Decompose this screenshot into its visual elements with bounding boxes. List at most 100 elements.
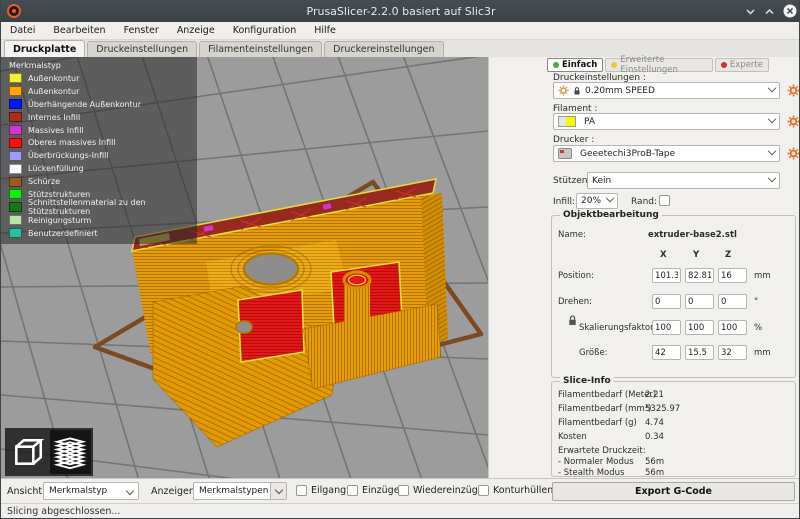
filament-color-swatch bbox=[566, 116, 576, 127]
scale-z-input[interactable] bbox=[718, 320, 747, 335]
color-swatch bbox=[9, 189, 22, 199]
tab-druckereinstellungen[interactable]: Druckereinstellungen bbox=[324, 41, 443, 57]
filament-g-label: Filamentbedarf (g) bbox=[558, 418, 637, 428]
position-z-input[interactable] bbox=[718, 268, 747, 283]
mode-einfach-button[interactable]: Einfach bbox=[547, 58, 603, 72]
edit-print-settings-gear-icon[interactable] bbox=[787, 84, 800, 97]
color-swatch bbox=[9, 99, 22, 109]
tab-druckplatte[interactable]: Druckplatte bbox=[4, 40, 85, 57]
scale-unit: % bbox=[754, 323, 762, 333]
supports-select[interactable]: Kein bbox=[587, 172, 780, 189]
cost-value: 0.34 bbox=[645, 432, 664, 442]
supports-label: Stützen: bbox=[553, 176, 590, 186]
size-x-input[interactable] bbox=[652, 345, 681, 360]
edit-printer-gear-icon[interactable] bbox=[787, 147, 800, 160]
legend-item: Benutzerdefiniert bbox=[9, 227, 197, 240]
show-combo-input[interactable]: Merkmalstypen bbox=[193, 482, 271, 500]
unretractions-checkbox-item[interactable]: Wiedereinzüge bbox=[398, 485, 484, 496]
cube-icon bbox=[11, 435, 45, 469]
export-gcode-button[interactable]: Export G-Code bbox=[552, 482, 795, 501]
filament-meter-value: 2.21 bbox=[645, 390, 664, 400]
rotate-unit: ° bbox=[754, 297, 758, 307]
filament-swatch-left bbox=[558, 116, 566, 127]
retractions-checkbox[interactable] bbox=[347, 485, 358, 496]
scale-y-input[interactable] bbox=[685, 320, 714, 335]
rotate-y-input[interactable] bbox=[685, 294, 714, 309]
printer-label: Drucker : bbox=[553, 135, 594, 145]
printer-icon bbox=[558, 148, 572, 159]
print-settings-select[interactable]: 0.20mm SPEED bbox=[553, 82, 780, 99]
axis-y-header: Y bbox=[693, 250, 699, 260]
mode-erweiterte-button[interactable]: Erweiterte Einstellungen bbox=[605, 58, 713, 72]
window-title: PrusaSlicer-2.2.0 basiert auf Slic3r bbox=[1, 5, 800, 18]
layers-icon bbox=[53, 435, 87, 469]
retractions-checkbox-item[interactable]: Einzüge bbox=[347, 485, 400, 496]
mode-experte-button[interactable]: Experte bbox=[715, 58, 769, 72]
chevron-down-icon bbox=[768, 146, 776, 154]
filament-mm3-label: Filamentbedarf (mm³) bbox=[558, 404, 651, 414]
color-swatch bbox=[9, 164, 22, 174]
color-swatch bbox=[9, 177, 22, 187]
layers-view-button[interactable] bbox=[50, 430, 91, 474]
edit-filament-gear-icon[interactable] bbox=[787, 115, 800, 128]
menu-anzeige[interactable]: Anzeige bbox=[168, 22, 224, 39]
feature-type-legend: Merkmalstyp Außenkontur Außenkontur Über… bbox=[1, 57, 197, 244]
show-combo-dropdown-button[interactable] bbox=[271, 482, 287, 500]
unretractions-checkbox[interactable] bbox=[398, 485, 409, 496]
legend-item: Außenkontur bbox=[9, 72, 197, 85]
filament-mm3-value: 5325.97 bbox=[645, 404, 680, 414]
position-x-input[interactable] bbox=[652, 268, 681, 283]
rotate-z-input[interactable] bbox=[718, 294, 747, 309]
rotate-x-input[interactable] bbox=[652, 294, 681, 309]
lock-icon bbox=[572, 86, 582, 96]
axis-z-header: Z bbox=[725, 250, 731, 260]
legend-title: Merkmalstyp bbox=[9, 61, 197, 70]
legend-item: Massives Infill bbox=[9, 124, 197, 137]
chevron-down-icon bbox=[768, 173, 776, 181]
cost-label: Kosten bbox=[558, 432, 587, 442]
brim-checkbox[interactable] bbox=[659, 195, 670, 206]
menu-fenster[interactable]: Fenster bbox=[115, 22, 168, 39]
scale-x-input[interactable] bbox=[652, 320, 681, 335]
shells-checkbox[interactable] bbox=[478, 485, 489, 496]
scale-lock-icon[interactable] bbox=[566, 314, 579, 327]
travel-checkbox-item[interactable]: Eilgang bbox=[296, 485, 346, 496]
print-time-label: Erwartete Druckzeit: bbox=[558, 446, 646, 456]
minimize-icon[interactable] bbox=[745, 6, 756, 17]
tab-druckeinstellungen[interactable]: Druckeinstellungen bbox=[87, 41, 197, 57]
status-text: Slicing abgeschlossen... bbox=[7, 506, 120, 517]
size-z-input[interactable] bbox=[718, 345, 747, 360]
printer-select[interactable]: Geeetechi3ProB-Tape bbox=[553, 145, 780, 162]
menu-hilfe[interactable]: Hilfe bbox=[305, 22, 345, 39]
filament-select[interactable]: PA bbox=[553, 113, 780, 130]
color-swatch bbox=[9, 215, 22, 225]
yellow-dot-icon bbox=[611, 62, 617, 68]
filament-g-value: 4.74 bbox=[645, 418, 664, 428]
maximize-icon[interactable] bbox=[764, 6, 775, 17]
legend-item: Überbrückungs-Infill bbox=[9, 149, 197, 162]
legend-item: Außenkontur bbox=[9, 85, 197, 98]
size-y-input[interactable] bbox=[685, 345, 714, 360]
infill-select[interactable]: 20% bbox=[576, 193, 618, 209]
legend-item: Überhängende Außenkontur bbox=[9, 98, 197, 111]
legend-item: Schnittstellenmaterial zu den Stützstruk… bbox=[9, 201, 197, 214]
menu-datei[interactable]: Datei bbox=[1, 22, 44, 39]
position-y-input[interactable] bbox=[685, 268, 714, 283]
menu-konfiguration[interactable]: Konfiguration bbox=[224, 22, 306, 39]
close-icon[interactable] bbox=[783, 4, 797, 18]
stealth-mode-label: - Stealth Modus bbox=[558, 468, 624, 478]
menu-bearbeiten[interactable]: Bearbeiten bbox=[44, 22, 114, 39]
shells-checkbox-item[interactable]: Konturhüllen bbox=[478, 485, 553, 496]
travel-checkbox[interactable] bbox=[296, 485, 307, 496]
view-toggle-group bbox=[5, 428, 93, 476]
view-select[interactable]: Merkmalstyp bbox=[43, 482, 139, 500]
rotate-label: Drehen: bbox=[558, 297, 592, 307]
3d-view-button[interactable] bbox=[8, 430, 49, 474]
app-window: PrusaSlicer-2.2.0 basiert auf Slic3r Dat… bbox=[0, 0, 800, 519]
3d-viewport[interactable]: Merkmalstyp Außenkontur Außenkontur Über… bbox=[1, 57, 488, 478]
normal-mode-label: - Normaler Modus bbox=[558, 457, 634, 467]
title-bar[interactable]: PrusaSlicer-2.2.0 basiert auf Slic3r bbox=[1, 0, 800, 22]
status-bar: Slicing abgeschlossen... bbox=[1, 503, 800, 519]
tab-filamenteinstellungen[interactable]: Filamenteinstellungen bbox=[199, 41, 322, 57]
app-logo-icon bbox=[7, 4, 21, 18]
